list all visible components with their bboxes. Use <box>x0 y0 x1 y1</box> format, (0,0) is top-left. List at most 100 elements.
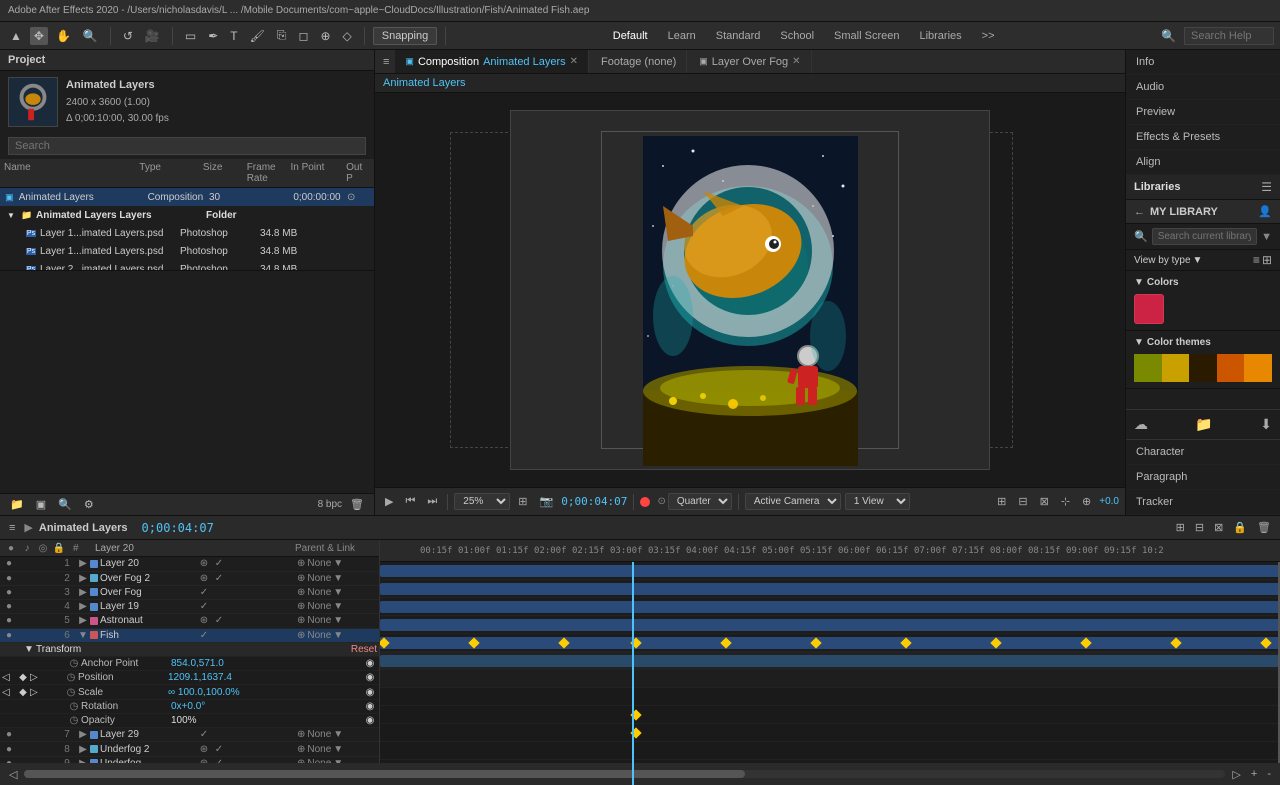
workspace-tab-libraries[interactable]: Libraries <box>911 28 969 44</box>
my-library-user-icon[interactable]: 👤 <box>1258 205 1272 218</box>
tool-puppet[interactable]: ⊕ <box>316 27 334 45</box>
tl-render-btn[interactable]: ⊞ <box>1173 520 1188 535</box>
track-row-5[interactable] <box>380 634 1280 652</box>
tl-lock-btn[interactable]: 🔒 <box>1230 520 1250 535</box>
search-icon[interactable]: 🔍 <box>1157 27 1180 45</box>
comp-tab-layer-close[interactable]: ✕ <box>792 56 800 67</box>
layer-2-mode-icon[interactable]: ⊛ <box>197 573 211 584</box>
snapping-button[interactable]: Snapping <box>373 27 438 45</box>
pos-keyframe-diamond[interactable]: ◆ <box>16 672 30 683</box>
tool-rect[interactable]: ▭ <box>181 27 200 45</box>
layer-1-mode-icon[interactable]: ⊛ <box>197 558 211 569</box>
timeline-search-input[interactable] <box>220 519 240 536</box>
layer-5-check1[interactable]: ✓ <box>212 615 226 626</box>
color-themes-expand-icon[interactable]: ▼ <box>1134 337 1144 348</box>
project-row-ps2[interactable]: Ps Layer 1...imated Layers.psd Photoshop… <box>0 242 374 260</box>
vp-grid-btn[interactable]: ⊞ <box>993 493 1010 510</box>
layer-8-parent-dropdown[interactable]: ▼ <box>333 744 343 755</box>
layer-8-mode-icon[interactable]: ⊛ <box>197 744 211 755</box>
tool-eraser[interactable]: ◻ <box>294 27 312 45</box>
project-new-comp-btn[interactable]: ▣ <box>32 496 50 513</box>
tl-track-zoom-in[interactable]: + <box>1248 767 1260 781</box>
comp-tab-menu-btn[interactable]: ≡ <box>379 54 393 70</box>
workspace-tab-school[interactable]: School <box>772 28 822 44</box>
color-swatch-red[interactable] <box>1134 294 1164 324</box>
layer-3-parent-dropdown[interactable]: ▼ <box>333 587 343 598</box>
tl-solo-btn[interactable]: ⊠ <box>1211 520 1226 535</box>
scale-value[interactable]: ∞ 100.0,100.0% <box>168 687 363 698</box>
op-stopwatch[interactable]: ◷ <box>67 715 81 726</box>
track-row-2[interactable] <box>380 580 1280 598</box>
project-row-ps1[interactable]: Ps Layer 1...imated Layers.psd Photoshop… <box>0 224 374 242</box>
vp-zoom-fit-btn[interactable]: ⊞ <box>514 493 531 510</box>
search-help-input[interactable] <box>1184 27 1274 45</box>
colors-expand-icon[interactable]: ▼ <box>1134 277 1144 288</box>
tool-move[interactable]: ✥ <box>30 27 48 45</box>
right-panel-audio[interactable]: Audio <box>1126 75 1280 100</box>
workspace-tab-learn[interactable]: Learn <box>660 28 704 44</box>
right-panel-paragraph[interactable]: Paragraph <box>1126 465 1280 490</box>
layer-1-parent-icon[interactable]: ⊕ <box>297 558 305 569</box>
tool-pen[interactable]: ✒ <box>204 27 222 45</box>
pos-stopwatch[interactable]: ◷ <box>64 672 78 683</box>
anchor-point-value[interactable]: 854.0,571.0 <box>171 658 363 669</box>
view-list-icon[interactable]: ≡ <box>1253 253 1260 267</box>
comp-tab-layer-over-fog[interactable]: ▣ Layer Over Fog ✕ <box>689 50 811 73</box>
tool-shape[interactable]: ◇ <box>339 27 356 45</box>
search-library-input[interactable] <box>1152 228 1257 245</box>
layer-8-expand[interactable]: ▶ <box>76 744 90 755</box>
layer-7-parent-dropdown[interactable]: ▼ <box>333 729 343 740</box>
vp-3d-btn[interactable]: ⊹ <box>1057 493 1074 510</box>
comp-tab-animated-layers[interactable]: ▣ Composition Animated Layers ✕ <box>395 50 589 73</box>
layer-row-8[interactable]: ● 8 ▶ Underfog 2 ⊛ ✓ ⊕ None ▼ <box>0 742 379 756</box>
project-row-animated-layers[interactable]: ▣ Animated Layers Composition 30 0;00:00… <box>0 188 374 206</box>
opacity-value[interactable]: 100% <box>171 715 363 726</box>
view-by-type-btn[interactable]: View by type ▼ <box>1134 255 1202 266</box>
track-row-4[interactable] <box>380 616 1280 634</box>
layer-7-expand[interactable]: ▶ <box>76 729 90 740</box>
tl-delete-btn[interactable]: 🗑 <box>1254 520 1274 535</box>
layer-7-check1[interactable]: ✓ <box>197 729 211 740</box>
project-row-ps3[interactable]: Ps Layer 2...imated Layers.psd Photoshop… <box>0 260 374 270</box>
layer-2-check1[interactable]: ✓ <box>212 573 226 584</box>
tl-track-zoom-out[interactable]: - <box>1264 767 1274 781</box>
pos-keyframe-nav-right[interactable]: ▷ <box>30 672 44 683</box>
project-settings-btn[interactable]: ⚙ <box>80 496 98 513</box>
project-search-input[interactable] <box>8 137 366 155</box>
theme-swatch-1[interactable] <box>1134 354 1162 382</box>
rot-stopwatch[interactable]: ◷ <box>67 701 81 712</box>
vp-skip-start-btn[interactable]: ⏮ <box>401 493 419 510</box>
layer-row-1[interactable]: ● 1 ▶ Layer 20 ⊛ ✓ ⊕ None ▼ <box>0 557 379 571</box>
scale-keyframe-diamond[interactable]: ◆ <box>16 687 30 698</box>
right-panel-info[interactable]: Info <box>1126 50 1280 75</box>
vp-views-dropdown[interactable]: 1 View 2 Views 4 Views <box>845 493 910 510</box>
layer-8-vis[interactable]: ● <box>2 744 16 755</box>
layer-1-check1[interactable]: ✓ <box>212 558 226 569</box>
layer-4-check1[interactable]: ✓ <box>197 601 211 612</box>
track-row-position[interactable] <box>380 706 1280 724</box>
layer-6-parent-dropdown[interactable]: ▼ <box>333 630 343 641</box>
tool-camera[interactable]: 🎥 <box>141 27 164 45</box>
right-panel-align[interactable]: Align <box>1126 150 1280 175</box>
vp-masks-btn[interactable]: ⊠ <box>1036 493 1053 510</box>
scale-stopwatch[interactable]: ◷ <box>64 687 78 698</box>
scale-keyframe-nav-right[interactable]: ▷ <box>30 687 44 698</box>
layer-6-check1[interactable]: ✓ <box>197 630 211 641</box>
layer-6-vis[interactable]: ● <box>2 630 16 641</box>
libraries-cloud-icon[interactable]: ☁ <box>1134 416 1148 433</box>
back-arrow-icon[interactable]: ← <box>1134 206 1145 218</box>
theme-swatch-2[interactable] <box>1162 354 1190 382</box>
transform-reset-btn[interactable]: Reset <box>351 644 377 655</box>
layer-8-parent-icon[interactable]: ⊕ <box>297 744 305 755</box>
layer-2-vis[interactable]: ● <box>2 573 16 584</box>
tool-text[interactable]: T <box>226 27 241 45</box>
vp-quality-dropdown[interactable]: Quarter Half Full <box>668 493 732 510</box>
project-row-folder[interactable]: ▼ 📁 Animated Layers Layers Folder <box>0 206 374 224</box>
project-search-btn[interactable]: 🔍 <box>54 496 76 513</box>
tl-menu-btn[interactable]: ≡ <box>6 521 18 535</box>
layer-5-vis[interactable]: ● <box>2 615 16 626</box>
layer-4-parent-dropdown[interactable]: ▼ <box>333 601 343 612</box>
layer-5-mode-icon[interactable]: ⊛ <box>197 615 211 626</box>
pos-keyframe-nav-left[interactable]: ◁ <box>2 672 16 683</box>
tool-hand[interactable]: ✋ <box>52 27 75 45</box>
